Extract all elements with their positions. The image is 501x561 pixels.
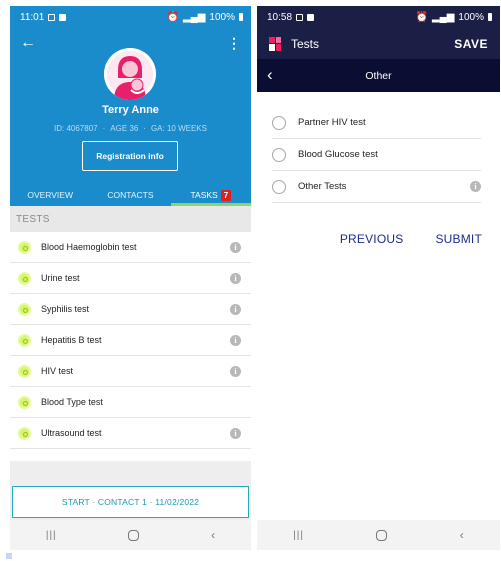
left-phone-screen: 11:01 ⏰ ▂▄▆ 100% ← ⋮ Terry Anne ID: 4067… xyxy=(10,6,251,550)
option-label: Blood Glucose test xyxy=(298,149,378,160)
tab-overview[interactable]: OVERVIEW xyxy=(10,184,90,206)
test-label: Urine test xyxy=(41,273,80,283)
pending-status-icon xyxy=(18,426,31,440)
profile-tabs: OVERVIEW CONTACTS TASKS 7 xyxy=(10,184,251,206)
option-label: Other Tests xyxy=(298,181,347,192)
test-row[interactable]: Urine test i xyxy=(10,263,251,294)
profile-header: ← ⋮ Terry Anne ID: 4067807 · AGE 36 · GA: 10… xyxy=(10,28,251,206)
status-time: 10:58 xyxy=(267,11,293,23)
status-bar: 11:01 ⏰ ▂▄▆ 100% xyxy=(10,6,251,28)
system-nav-bar: ||| ‹ xyxy=(10,520,251,550)
tab-contacts[interactable]: CONTACTS xyxy=(90,184,170,206)
form-actions: PREVIOUS SUBMIT xyxy=(257,232,500,246)
test-row[interactable]: Ultrasound test i xyxy=(10,418,251,449)
form-grid-icon xyxy=(269,36,281,51)
pending-status-icon xyxy=(18,271,31,285)
signal-icon: ▂▄▆ xyxy=(182,11,206,23)
patient-avatar xyxy=(104,48,156,100)
test-label: Blood Type test xyxy=(41,397,103,407)
option-row[interactable]: Blood Glucose test xyxy=(272,139,481,171)
save-button[interactable]: SAVE xyxy=(454,37,488,51)
step-header: ‹ Other xyxy=(257,59,500,92)
tab-tasks-label: TASKS xyxy=(190,190,218,200)
option-row[interactable]: Other Tests i xyxy=(272,171,481,203)
corner-marker xyxy=(6,553,12,559)
patient-ga: GA: 10 WEEKS xyxy=(150,124,207,133)
start-contact-button[interactable]: START · CONTACT 1 · 11/02/2022 xyxy=(12,486,249,518)
alarm-icon: ⏰ xyxy=(415,11,428,23)
step-title: Other xyxy=(365,69,392,82)
app-notification-icon xyxy=(59,13,67,21)
tab-contacts-label: CONTACTS xyxy=(107,190,154,200)
radio-button[interactable] xyxy=(272,147,286,162)
test-list: Blood Haemoglobin test i Urine test i Sy… xyxy=(10,232,251,449)
nav-back-icon[interactable]: ‹ xyxy=(460,528,464,542)
gallery-notification-icon xyxy=(48,13,56,21)
info-icon[interactable]: i xyxy=(230,334,241,346)
info-icon[interactable]: i xyxy=(470,181,481,192)
right-phone-screen: 10:58 ⏰ ▂▄▆ 100% Tests SAVE ‹ Other Part… xyxy=(257,6,500,550)
section-header-tests: TESTS xyxy=(10,206,251,232)
info-icon[interactable]: i xyxy=(230,303,241,315)
test-label: HIV test xyxy=(41,366,74,376)
status-time: 11:01 xyxy=(20,11,45,23)
submit-button[interactable]: SUBMIT xyxy=(435,232,482,246)
form-title: Tests xyxy=(291,36,320,51)
system-nav-bar: ||| ‹ xyxy=(257,520,500,550)
battery-icon xyxy=(239,13,243,21)
battery-icon xyxy=(488,13,492,21)
info-icon[interactable]: i xyxy=(230,241,241,253)
app-notification-icon xyxy=(307,13,315,21)
pending-status-icon xyxy=(18,302,31,316)
tab-tasks[interactable]: TASKS 7 xyxy=(170,184,251,206)
pending-status-icon xyxy=(18,333,31,347)
alarm-icon: ⏰ xyxy=(166,11,179,23)
test-row[interactable]: Hepatitis B test i xyxy=(10,325,251,356)
radio-button[interactable] xyxy=(272,179,286,194)
recent-apps-icon[interactable]: ||| xyxy=(46,530,57,541)
signal-icon: ▂▄▆ xyxy=(431,11,455,23)
registration-info-button[interactable]: Registration info xyxy=(82,141,178,171)
info-icon[interactable]: i xyxy=(230,427,241,439)
battery-level: 100% xyxy=(209,11,235,23)
home-icon[interactable] xyxy=(376,529,388,541)
radio-button[interactable] xyxy=(272,115,286,130)
recent-apps-icon[interactable]: ||| xyxy=(293,530,304,541)
gallery-notification-icon xyxy=(296,13,304,21)
test-label: Ultrasound test xyxy=(41,428,102,438)
previous-button[interactable]: PREVIOUS xyxy=(340,232,404,246)
nav-back-icon[interactable]: ‹ xyxy=(211,528,215,542)
test-options-list: Partner HIV test Blood Glucose test Othe… xyxy=(272,107,481,203)
info-icon[interactable]: i xyxy=(230,365,241,377)
test-row[interactable]: Blood Haemoglobin test i xyxy=(10,232,251,263)
option-row[interactable]: Partner HIV test xyxy=(272,107,481,139)
test-label: Hepatitis B test xyxy=(41,335,102,345)
back-arrow-icon[interactable]: ← xyxy=(20,34,36,52)
status-bar: 10:58 ⏰ ▂▄▆ 100% xyxy=(257,6,500,28)
test-row[interactable]: Syphilis test i xyxy=(10,294,251,325)
patient-id: ID: 4067807 xyxy=(54,124,98,133)
test-row[interactable]: HIV test i xyxy=(10,356,251,387)
tab-overview-label: OVERVIEW xyxy=(27,190,73,200)
pending-status-icon xyxy=(18,364,31,378)
patient-name: Terry Anne xyxy=(102,104,159,116)
battery-level: 100% xyxy=(458,11,484,23)
patient-age: AGE 36 xyxy=(110,124,139,133)
patient-meta: ID: 4067807 · AGE 36 · GA: 10 WEEKS xyxy=(54,124,207,133)
form-toolbar: Tests SAVE xyxy=(257,28,500,59)
more-options-icon[interactable]: ⋮ xyxy=(227,34,241,52)
test-row[interactable]: Blood Type test xyxy=(10,387,251,418)
pending-status-icon xyxy=(18,395,31,409)
pending-status-icon xyxy=(18,240,31,254)
test-label: Syphilis test xyxy=(41,304,90,314)
option-label: Partner HIV test xyxy=(298,117,366,128)
home-icon[interactable] xyxy=(128,529,140,541)
mother-baby-icon xyxy=(104,48,156,100)
tasks-count-badge: 7 xyxy=(220,189,232,201)
test-label: Blood Haemoglobin test xyxy=(41,242,137,252)
info-icon[interactable]: i xyxy=(230,272,241,284)
step-back-icon[interactable]: ‹ xyxy=(267,65,273,85)
